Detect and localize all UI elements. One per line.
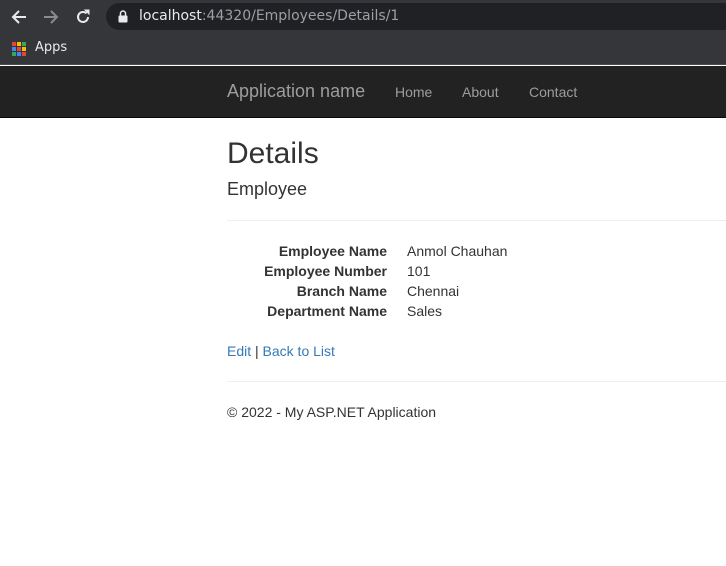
- department-name-label: Department Name: [267, 303, 387, 319]
- details-list: Employee Name Anmol Chauhan Employee Num…: [227, 241, 726, 321]
- detail-row: Department Name Sales: [227, 301, 726, 321]
- department-name-value: Sales: [407, 303, 443, 319]
- employee-number-value: 101: [407, 263, 431, 279]
- url-path: :44320/Employees/Details/1: [201, 8, 400, 24]
- divider: [227, 220, 726, 221]
- apps-bookmark[interactable]: Apps: [35, 40, 67, 55]
- branch-name-label: Branch Name: [296, 283, 387, 299]
- back-arrow-icon[interactable]: [8, 6, 30, 28]
- url-text: localhost:44320/Employees/Details/1: [139, 8, 399, 25]
- browser-toolbar: localhost:44320/Employees/Details/1: [0, 0, 726, 34]
- detail-row: Branch Name Chennai: [227, 281, 726, 301]
- bookmarks-bar: Apps: [0, 34, 726, 65]
- detail-row: Employee Number 101: [227, 261, 726, 281]
- link-separator: |: [255, 343, 259, 359]
- branch-name-value: Chennai: [407, 283, 460, 299]
- url-host: localhost: [139, 8, 202, 24]
- nav-about-link[interactable]: About: [462, 84, 499, 100]
- lock-icon[interactable]: [118, 10, 128, 28]
- forward-arrow-icon[interactable]: [40, 6, 62, 28]
- apps-grid-icon[interactable]: [12, 42, 26, 56]
- reload-icon[interactable]: [72, 6, 94, 28]
- page-title: Details: [227, 137, 319, 170]
- address-bar[interactable]: localhost:44320/Employees/Details/1: [106, 3, 726, 30]
- nav-home-link[interactable]: Home: [395, 84, 432, 100]
- site-navbar: Application name Home About Contact: [0, 66, 726, 118]
- edit-link[interactable]: Edit: [227, 343, 251, 359]
- action-links: Edit | Back to List: [227, 341, 335, 361]
- detail-row: Employee Name Anmol Chauhan: [227, 241, 726, 261]
- employee-name-label: Employee Name: [278, 243, 387, 259]
- page-subtitle: Employee: [227, 179, 308, 199]
- footer-divider: [227, 381, 726, 382]
- nav-contact-link[interactable]: Contact: [529, 84, 577, 100]
- employee-name-value: Anmol Chauhan: [407, 243, 508, 259]
- employee-number-label: Employee Number: [264, 263, 387, 279]
- back-to-list-link[interactable]: Back to List: [263, 343, 335, 359]
- brand-link[interactable]: Application name: [227, 81, 365, 102]
- footer-text: © 2022 - My ASP.NET Application: [227, 404, 437, 420]
